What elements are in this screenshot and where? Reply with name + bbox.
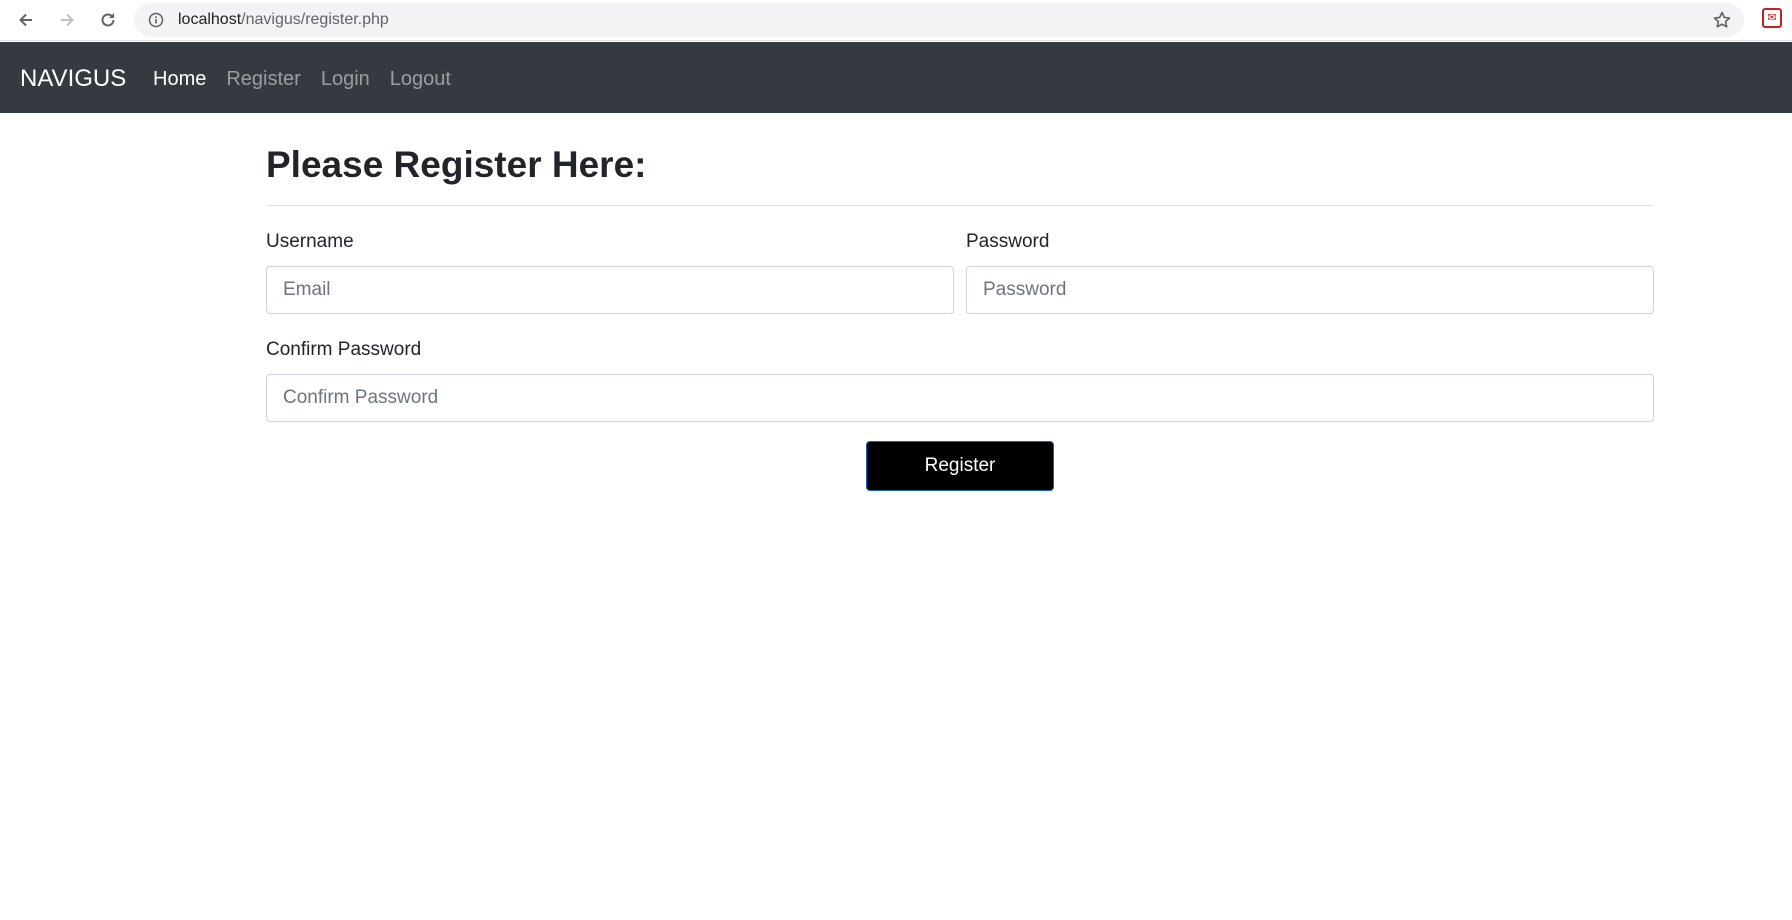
nav-link-home[interactable]: Home [153,67,206,91]
register-button[interactable]: Register [866,441,1054,491]
browser-toolbar: localhost/navigus/register.php ✉ [0,0,1792,41]
username-input[interactable] [266,266,954,314]
nav-links: Home Register Login Logout [153,67,471,91]
navbar-brand[interactable]: NAVIGUS [20,65,126,93]
divider [266,205,1654,206]
address-bar[interactable]: localhost/navigus/register.php [134,3,1744,37]
confirm-password-input[interactable] [266,374,1654,422]
username-label: Username [266,231,354,252]
extension-icon[interactable]: ✉ [1762,8,1782,28]
url-path: /navigus/register.php [241,11,389,28]
navbar: NAVIGUS Home Register Login Logout [0,42,1792,113]
password-input[interactable] [966,266,1654,314]
star-icon[interactable] [1712,10,1732,30]
page-title: Please Register Here: [266,144,647,185]
back-arrow-icon[interactable] [12,6,40,34]
password-label: Password [966,231,1050,252]
nav-link-register[interactable]: Register [226,67,300,91]
url-host: localhost [178,11,242,28]
url-text[interactable]: localhost/navigus/register.php [178,11,389,29]
confirm-password-label: Confirm Password [266,339,422,360]
reload-icon[interactable] [94,6,122,34]
nav-link-logout[interactable]: Logout [390,67,451,91]
info-icon[interactable] [148,12,164,28]
forward-arrow-icon[interactable] [53,6,81,34]
nav-link-login[interactable]: Login [321,67,370,91]
